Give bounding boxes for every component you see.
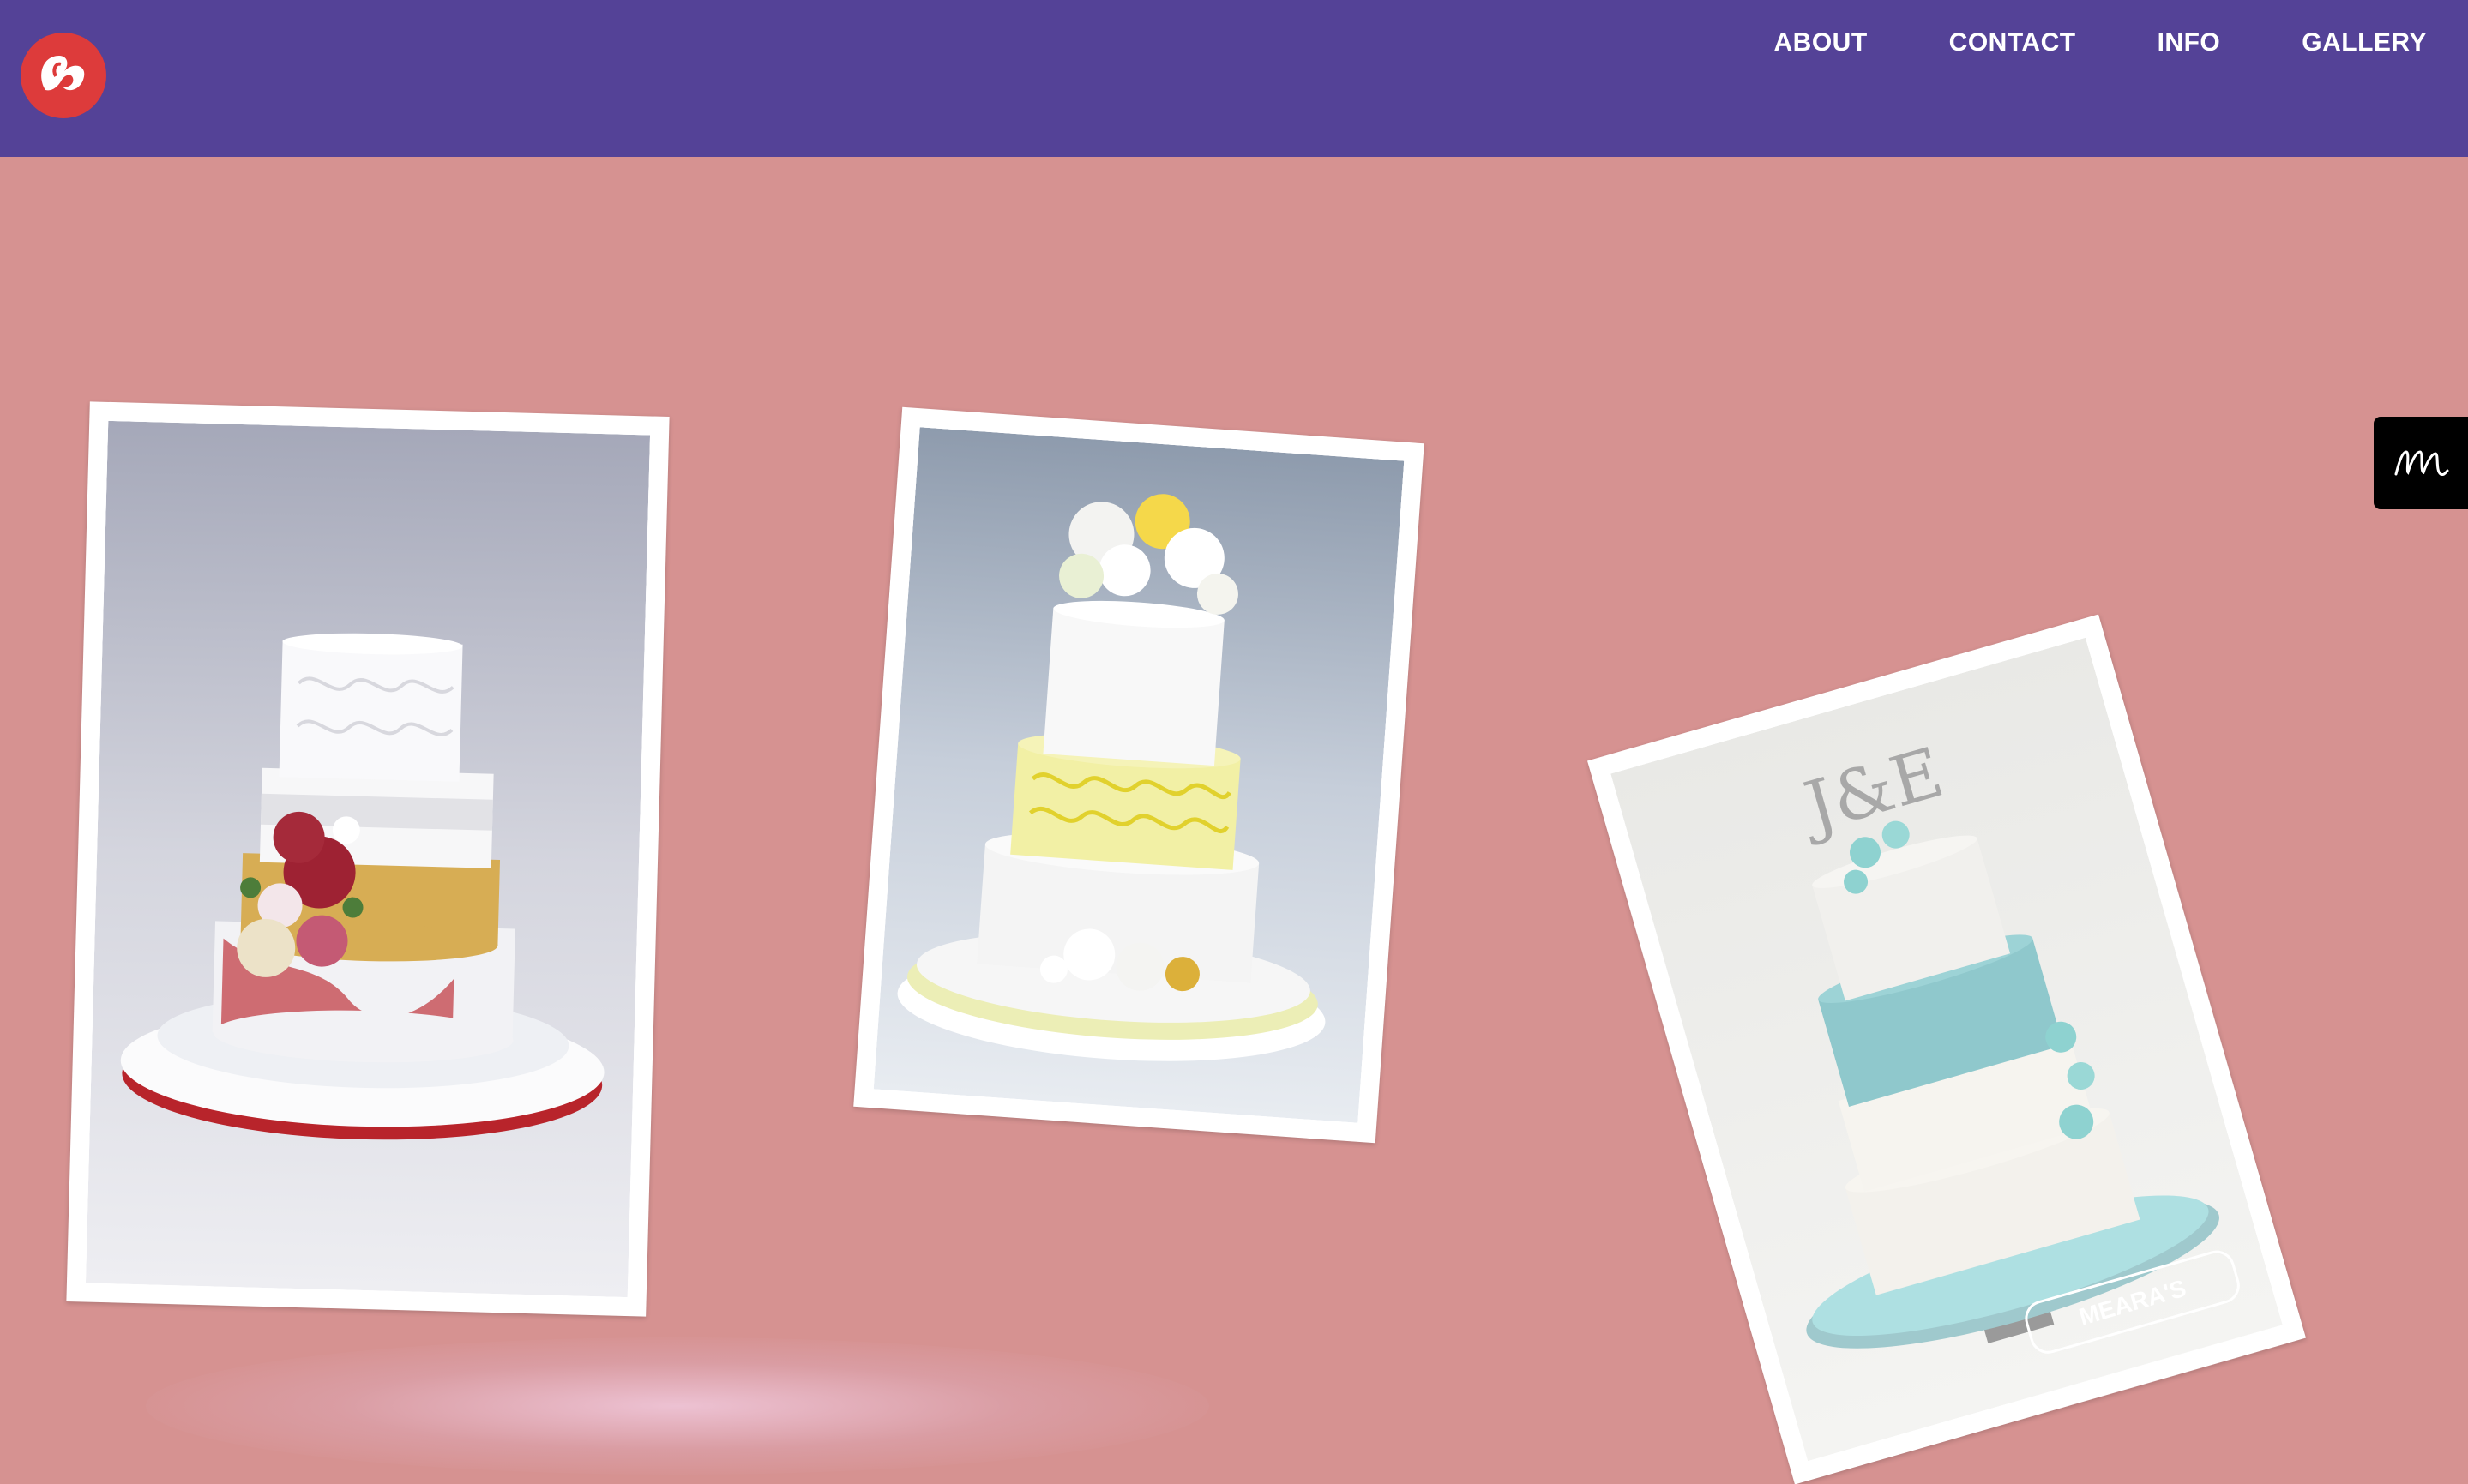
cake-photo-3: J&E MEARA'S bbox=[1610, 637, 2283, 1462]
main-nav: ABOUT CONTACT INFO GALLERY bbox=[1774, 24, 2427, 62]
logo-mark bbox=[41, 56, 85, 91]
m-script-icon bbox=[2394, 450, 2449, 476]
nav-contact[interactable]: CONTACT bbox=[1949, 24, 2076, 62]
side-menu-tab[interactable] bbox=[2374, 417, 2468, 509]
cake-photo-1 bbox=[85, 420, 651, 1298]
nav-gallery[interactable]: GALLERY bbox=[2302, 24, 2427, 62]
cake-photo-2 bbox=[873, 427, 1405, 1123]
nav-info[interactable]: INFO bbox=[2158, 24, 2221, 62]
bottom-glow bbox=[146, 1337, 1209, 1475]
gallery-photo-2[interactable] bbox=[853, 406, 1424, 1144]
gallery-photo-3[interactable]: J&E MEARA'S bbox=[1587, 614, 2306, 1484]
nav-about[interactable]: ABOUT bbox=[1774, 24, 1868, 62]
gallery-photo-1[interactable] bbox=[66, 401, 670, 1317]
meara-logo-icon[interactable] bbox=[21, 33, 106, 118]
site-header: ABOUT CONTACT INFO GALLERY bbox=[0, 0, 2468, 157]
